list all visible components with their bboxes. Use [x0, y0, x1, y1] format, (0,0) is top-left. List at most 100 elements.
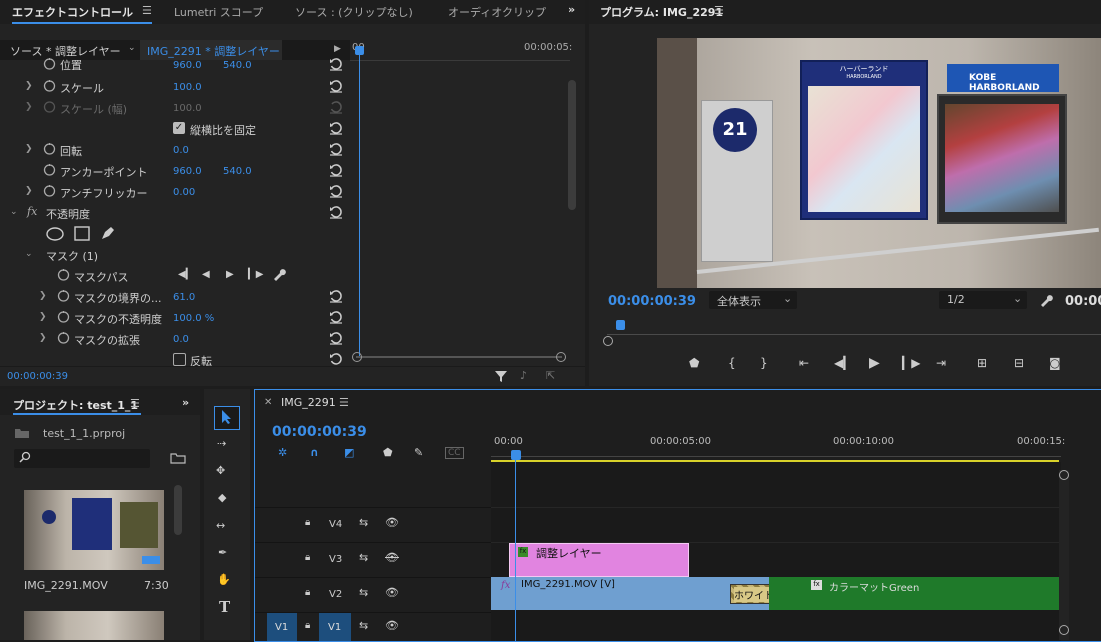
timeline-timecode[interactable]: 00:00:00:39 [272, 424, 367, 440]
razor-icon[interactable]: ◆ [218, 491, 226, 504]
step-backward-icon[interactable]: ◀ [202, 269, 210, 280]
scrubber-playhead[interactable] [616, 320, 625, 330]
mask-expansion-value[interactable]: 0.0 [173, 334, 189, 345]
reset-icon[interactable] [329, 79, 343, 93]
tab-audio-clip[interactable]: オーディオクリップ [448, 4, 546, 20]
tab-source[interactable]: ソース : (クリップなし) [295, 4, 413, 20]
project-search-input[interactable] [14, 449, 150, 468]
stopwatch-icon[interactable] [57, 310, 70, 323]
sync-lock-icon[interactable]: ⇆ [359, 516, 368, 529]
scroll-top-handle[interactable] [1059, 470, 1069, 480]
checkbox-checked[interactable]: ✓ [173, 122, 185, 134]
program-video-frame[interactable]: 21 ハーバーランド HARBORLAND KOBE HARBORLAND [657, 38, 1101, 288]
effect-controls-timecode[interactable]: 00:00:00:39 [7, 371, 68, 382]
ripple-edit-icon[interactable]: ✥ [216, 464, 225, 477]
reset-icon[interactable] [329, 205, 343, 219]
collapse-triangle-icon[interactable]: ⌄ [25, 249, 33, 259]
program-title[interactable]: プログラム: IMG_2291 [600, 4, 723, 20]
wrench-icon[interactable] [272, 267, 286, 281]
extract-icon[interactable]: ⊟ [1014, 356, 1024, 370]
reset-icon[interactable] [329, 184, 343, 198]
ellipse-mask-icon[interactable] [46, 227, 64, 241]
reset-icon[interactable] [329, 352, 343, 366]
lift-icon[interactable]: ⊞ [977, 356, 987, 370]
wrench-icon[interactable] [1039, 292, 1054, 307]
track-forward-icon[interactable]: ▎▶ [248, 269, 263, 280]
zoom-select[interactable]: 全体表示 ⌄ [709, 291, 797, 309]
timeline-scrollbar[interactable] [1059, 470, 1069, 640]
source-patch-v1[interactable]: V1 [267, 613, 297, 641]
play-icon[interactable]: ▶ [869, 355, 880, 371]
scrubber-start-handle[interactable] [603, 336, 613, 346]
stopwatch-icon[interactable] [43, 184, 56, 197]
track-target-v1[interactable]: V1 [319, 613, 351, 641]
export-frame-icon[interactable]: ◙ [1049, 356, 1061, 370]
new-bin-icon[interactable] [170, 452, 186, 464]
play-forward-icon[interactable]: ▶ [226, 269, 234, 280]
captions-icon[interactable]: CC [445, 447, 464, 459]
timeline-ruler[interactable]: 00:00 00:00:05:00 00:00:10:00 00:00:15: [491, 418, 1101, 462]
wrench-icon[interactable]: ✎ [414, 446, 423, 459]
expand-triangle-icon[interactable]: ❯ [39, 312, 47, 322]
lock-icon[interactable]: 🔒︎ [305, 517, 310, 528]
reset-icon[interactable] [329, 163, 343, 177]
lock-icon[interactable]: 🔒︎ [305, 552, 310, 563]
resolution-select[interactable]: 1/2 ⌄ [939, 291, 1027, 309]
stopwatch-icon[interactable] [57, 268, 70, 281]
stopwatch-icon[interactable] [43, 142, 56, 155]
zoom-end-handle[interactable] [556, 352, 566, 362]
pen-tool-icon[interactable]: ✒ [218, 546, 227, 559]
checkbox-unchecked[interactable] [173, 353, 186, 366]
expand-triangle-icon[interactable]: ❯ [39, 333, 47, 343]
go-to-out-icon[interactable]: ⇥ [936, 356, 946, 370]
go-to-in-icon[interactable]: ⇤ [799, 356, 809, 370]
color-matte-clip[interactable]: fx カラーマットGreen [769, 577, 1059, 610]
program-timecode[interactable]: 00:00:00:39 [608, 294, 696, 309]
adjustment-layer-clip[interactable]: fx 調整レイヤー [509, 543, 689, 577]
mark-in-icon[interactable]: { [728, 356, 736, 370]
reset-icon[interactable] [329, 310, 343, 324]
sequence-title[interactable]: IMG_2291 [281, 396, 336, 409]
expand-triangle-icon[interactable]: ❯ [25, 102, 33, 112]
mask-opacity-value[interactable]: 100.0 % [173, 313, 214, 324]
linked-selection-icon[interactable]: ◩ [344, 446, 354, 459]
eye-icon[interactable]: 👁︎ [385, 586, 399, 599]
tab-effect-controls[interactable]: エフェクトコントロール [12, 4, 133, 20]
track-backward-icon[interactable]: ◀▎ [178, 269, 193, 280]
stopwatch-icon[interactable] [43, 163, 56, 176]
reset-icon[interactable] [329, 331, 343, 345]
reset-icon[interactable] [329, 142, 343, 156]
stopwatch-icon[interactable] [43, 79, 56, 92]
timeline-playhead[interactable] [515, 460, 516, 641]
mini-scrollbar[interactable] [568, 80, 576, 210]
tab-lumetri-scopes[interactable]: Lumetri スコープ [174, 4, 263, 20]
video-clip-v2[interactable]: fx IMG_2291.MOV [V] [491, 577, 769, 610]
overflow-chevron-icon[interactable]: » [568, 3, 575, 16]
slip-icon[interactable]: ↔ [216, 519, 225, 532]
sync-lock-icon[interactable]: ⇆ [359, 586, 368, 599]
stopwatch-icon[interactable] [43, 57, 56, 70]
panel-menu-icon[interactable]: ☰ [142, 4, 152, 17]
panel-menu-icon[interactable]: ☰ [130, 397, 140, 410]
track-select-icon[interactable]: ⇢ [217, 437, 226, 450]
eye-icon[interactable]: 👁︎ [385, 619, 399, 632]
add-marker-icon[interactable]: ⬟ [383, 446, 393, 459]
expand-triangle-icon[interactable]: ❯ [25, 186, 33, 196]
sync-lock-icon[interactable]: ⇆ [359, 551, 368, 564]
nest-icon[interactable]: ✲ [278, 446, 287, 459]
lock-icon[interactable]: 🔒︎ [305, 620, 310, 631]
stopwatch-icon[interactable] [57, 289, 70, 302]
eye-icon[interactable]: 👁︎ [385, 516, 399, 529]
zoom-start-handle[interactable] [352, 352, 362, 362]
anchor-x-value[interactable]: 960.0 [173, 166, 202, 177]
rectangle-mask-icon[interactable] [74, 226, 90, 241]
overflow-chevron-icon[interactable]: » [182, 396, 189, 409]
play-triangle-icon[interactable]: ▶ [334, 44, 341, 54]
clip-thumbnail-2[interactable] [24, 611, 164, 640]
filter-icon[interactable] [494, 369, 508, 383]
panel-menu-icon[interactable]: ☰ [714, 4, 724, 17]
eye-hidden-icon[interactable]: 👁︎ [385, 551, 399, 564]
expand-triangle-icon[interactable]: ❯ [25, 144, 33, 154]
mini-playhead-handle[interactable] [355, 46, 364, 55]
add-marker-icon[interactable]: ⬟ [689, 356, 699, 370]
